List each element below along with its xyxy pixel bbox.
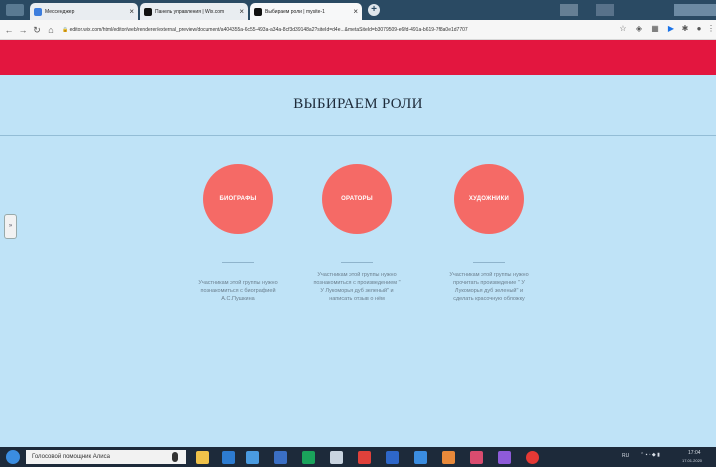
tab-title: Мессенджер: [45, 8, 75, 15]
tab-title: Панель управления | Wix.com: [155, 8, 225, 15]
role-divider: [341, 262, 373, 263]
app-icon[interactable]: [274, 451, 287, 464]
app-icon[interactable]: [358, 451, 371, 464]
side-panel-toggle[interactable]: »: [4, 214, 17, 239]
browser-tab-messenger[interactable]: Мессенджер ×: [30, 3, 138, 20]
yandex-browser-icon[interactable]: [526, 451, 539, 464]
role-button-artists[interactable]: ХУДОЖНИКИ: [454, 164, 524, 234]
role-button-biographers[interactable]: БИОГРАФЫ: [203, 164, 273, 234]
title-divider: [0, 135, 716, 136]
lock-icon: 🔒: [62, 27, 70, 33]
messenger-favicon-icon: [34, 7, 42, 16]
back-arrow-icon[interactable]: ←: [3, 24, 15, 36]
wix-favicon-icon: [144, 7, 152, 16]
star-bookmark-icon[interactable]: ☆: [618, 24, 628, 34]
app-icon[interactable]: [498, 451, 511, 464]
tray-icons[interactable]: ⌃ ▪ ◦ ◆ ▮: [640, 452, 660, 458]
browser-tab-roles[interactable]: Выбираем роли | mysite-1 ×: [250, 3, 362, 20]
browser-tab-strip: Мессенджер × Панель управления | Wix.com…: [0, 0, 716, 20]
extensions-puzzle-icon[interactable]: ✱: [680, 24, 690, 34]
close-tab-icon[interactable]: ×: [129, 7, 134, 16]
page-title: ВЫБИРАЕМ РОЛИ: [293, 96, 423, 112]
close-tab-icon[interactable]: ×: [239, 7, 244, 16]
extension-icon[interactable]: ▦: [650, 24, 660, 34]
window-close-icon[interactable]: [674, 4, 716, 16]
site-header-bar: [0, 40, 716, 75]
role-button-orators[interactable]: ОРАТОРЫ: [322, 164, 392, 234]
wix-favicon-icon: [254, 7, 262, 16]
reload-icon[interactable]: ↻: [31, 24, 43, 36]
address-bar[interactable]: 🔒 editor.wix.com/html/editor/web/rendere…: [62, 24, 602, 36]
start-button[interactable]: [6, 450, 20, 464]
home-icon[interactable]: ⌂: [45, 24, 57, 36]
profile-avatar-icon[interactable]: ●: [694, 24, 704, 34]
file-explorer-icon[interactable]: [196, 451, 209, 464]
store-icon[interactable]: [246, 451, 259, 464]
role-divider: [473, 262, 505, 263]
tab-title: Выбираем роли | mysite-1: [265, 8, 325, 15]
browser-toolbar: ← → ↻ ⌂ 🔒 editor.wix.com/html/editor/web…: [0, 20, 716, 40]
voice-assistant-search[interactable]: Голосовой помощник Алиса: [26, 450, 186, 464]
app-icon[interactable]: [386, 451, 399, 464]
minimize-icon[interactable]: [596, 4, 614, 16]
search-app-icon[interactable]: [414, 451, 427, 464]
clock-date[interactable]: 17.01.2020: [682, 458, 702, 463]
close-tab-icon[interactable]: ×: [353, 7, 358, 16]
role-description: Участникам этой группы нужно познакомить…: [198, 280, 278, 302]
browser-menu-icon[interactable]: ⋮: [706, 24, 716, 34]
browser-tab-wix-dashboard[interactable]: Панель управления | Wix.com ×: [140, 3, 248, 20]
app-icon[interactable]: [470, 451, 483, 464]
new-tab-button[interactable]: +: [368, 4, 380, 16]
extension-icon[interactable]: ▶: [666, 24, 676, 34]
windows-taskbar: Голосовой помощник Алиса RU ⌃ ▪ ◦ ◆ ▮ 17…: [0, 447, 716, 467]
app-icon[interactable]: [442, 451, 455, 464]
search-text: Голосовой помощник Алиса: [32, 454, 110, 460]
chrome-icon[interactable]: [302, 451, 315, 464]
browser-profile-icon[interactable]: [560, 4, 578, 16]
clock-time[interactable]: 17:04: [688, 450, 701, 456]
forward-arrow-icon[interactable]: →: [17, 24, 29, 36]
edge-browser-icon[interactable]: [222, 451, 235, 464]
role-description: Участникам этой группы нужно познакомить…: [313, 272, 401, 302]
role-divider: [222, 262, 254, 263]
url-text: editor.wix.com/html/editor/web/renderer/…: [69, 27, 468, 33]
mail-icon[interactable]: [330, 451, 343, 464]
window-menu-icon[interactable]: [6, 4, 24, 16]
extension-icon[interactable]: ◈: [634, 24, 644, 34]
role-description: Участникам этой группы нужно прочитать п…: [449, 272, 529, 302]
microphone-icon[interactable]: [172, 452, 178, 462]
language-indicator[interactable]: RU: [622, 453, 629, 459]
